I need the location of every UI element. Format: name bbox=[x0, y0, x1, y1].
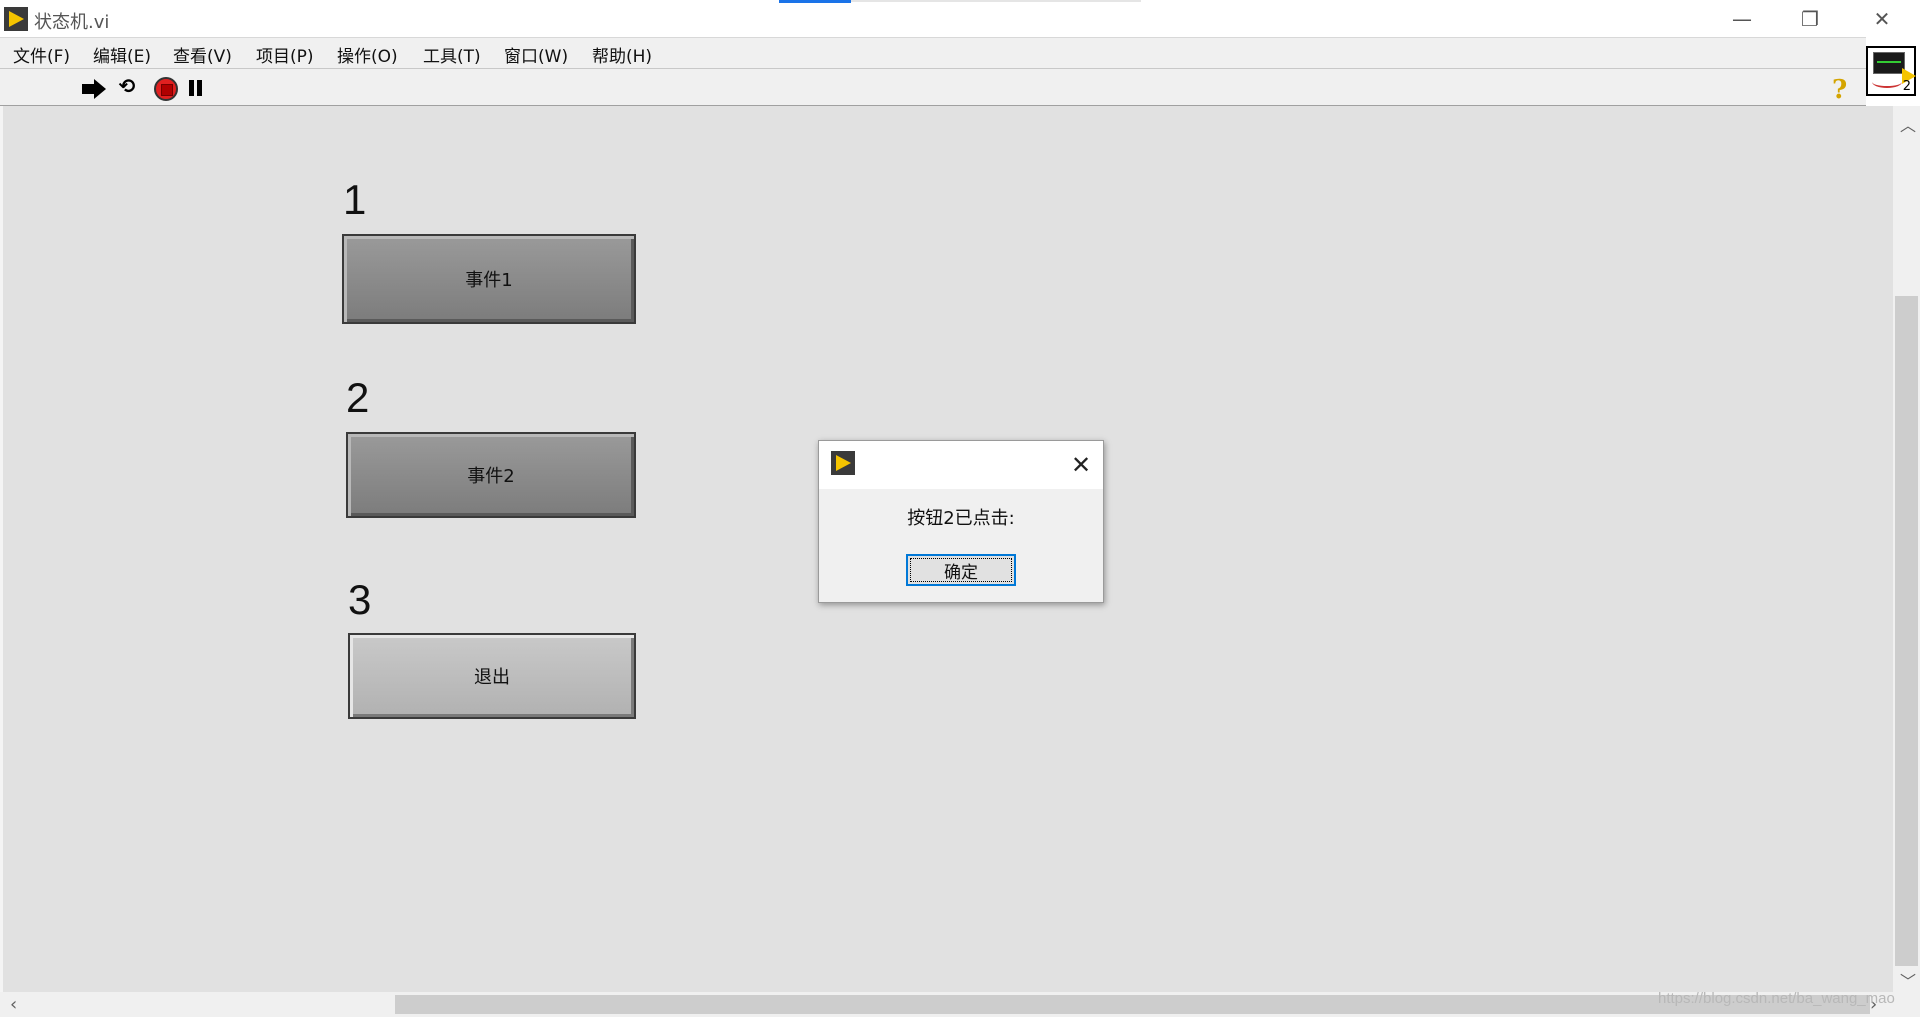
window-title-bar: 状态机.vi — ❐ ✕ bbox=[0, 0, 1920, 37]
vertical-scroll-thumb[interactable] bbox=[1895, 296, 1918, 966]
vi-icon-screen bbox=[1873, 52, 1905, 74]
window-title: 状态机.vi bbox=[34, 12, 110, 33]
menu-window[interactable]: 窗口(W) bbox=[504, 42, 568, 67]
restore-button[interactable]: ❐ bbox=[1776, 0, 1844, 37]
dialog-title-bar: ✕ bbox=[819, 441, 1103, 489]
vi-icon-wave bbox=[1872, 76, 1902, 88]
menu-edit[interactable]: 编辑(E) bbox=[93, 42, 151, 67]
run-arrow-icon[interactable] bbox=[82, 78, 106, 100]
menu-project[interactable]: 项目(P) bbox=[256, 42, 314, 67]
minimize-button[interactable]: — bbox=[1708, 0, 1776, 37]
watermark-text: https://blog.csdn.net/ba_wang_mao bbox=[1658, 990, 1895, 1007]
message-dialog: ✕ 按钮2已点击: 确定 bbox=[818, 440, 1104, 603]
menu-help[interactable]: 帮助(H) bbox=[592, 42, 652, 67]
labview-app-icon bbox=[4, 7, 28, 31]
labview-dialog-icon bbox=[831, 451, 855, 475]
menu-tools[interactable]: 工具(T) bbox=[423, 42, 481, 67]
menu-bar: 文件(F) 编辑(E) 查看(V) 项目(P) 操作(O) 工具(T) 窗口(W… bbox=[0, 37, 1866, 68]
scrollbar-corner bbox=[1893, 992, 1920, 1017]
dialog-close-icon[interactable]: ✕ bbox=[1067, 451, 1095, 479]
vertical-scrollbar[interactable]: ︿ ﹀ bbox=[1893, 106, 1920, 992]
pause-icon[interactable] bbox=[188, 80, 204, 96]
control-label-1: 1 bbox=[343, 176, 367, 223]
vi-connector-icon[interactable]: 2 bbox=[1866, 46, 1916, 96]
dialog-message: 按钮2已点击: bbox=[907, 508, 1015, 529]
top-accent-bar bbox=[779, 0, 851, 3]
menu-operate[interactable]: 操作(O) bbox=[337, 42, 398, 67]
close-window-button[interactable]: ✕ bbox=[1848, 0, 1916, 37]
horizontal-scrollbar[interactable]: ‹ › bbox=[0, 992, 1893, 1017]
context-help-icon[interactable]: ? bbox=[1832, 75, 1856, 105]
event1-button[interactable]: 事件1 bbox=[342, 234, 636, 324]
menu-view[interactable]: 查看(V) bbox=[173, 42, 232, 67]
scroll-left-icon[interactable]: ‹ bbox=[10, 994, 17, 1015]
control-label-2: 2 bbox=[346, 374, 370, 421]
dialog-ok-button[interactable]: 确定 bbox=[906, 554, 1016, 586]
scroll-up-icon[interactable]: ︿ bbox=[1900, 112, 1916, 136]
event2-button[interactable]: 事件2 bbox=[346, 432, 636, 518]
vi-icon-number: 2 bbox=[1902, 79, 1911, 94]
menu-file[interactable]: 文件(F) bbox=[13, 42, 70, 67]
control-label-3: 3 bbox=[348, 576, 372, 623]
run-continuously-icon[interactable]: ⟲ bbox=[115, 75, 139, 97]
scroll-down-icon[interactable]: ﹀ bbox=[1900, 968, 1916, 992]
toolbar: ⟲ ? bbox=[0, 68, 1866, 106]
exit-button[interactable]: 退出 bbox=[348, 633, 636, 719]
horizontal-scroll-thumb[interactable] bbox=[395, 995, 1870, 1014]
abort-execution-icon[interactable] bbox=[154, 77, 178, 101]
top-accent-track bbox=[851, 0, 1141, 2]
